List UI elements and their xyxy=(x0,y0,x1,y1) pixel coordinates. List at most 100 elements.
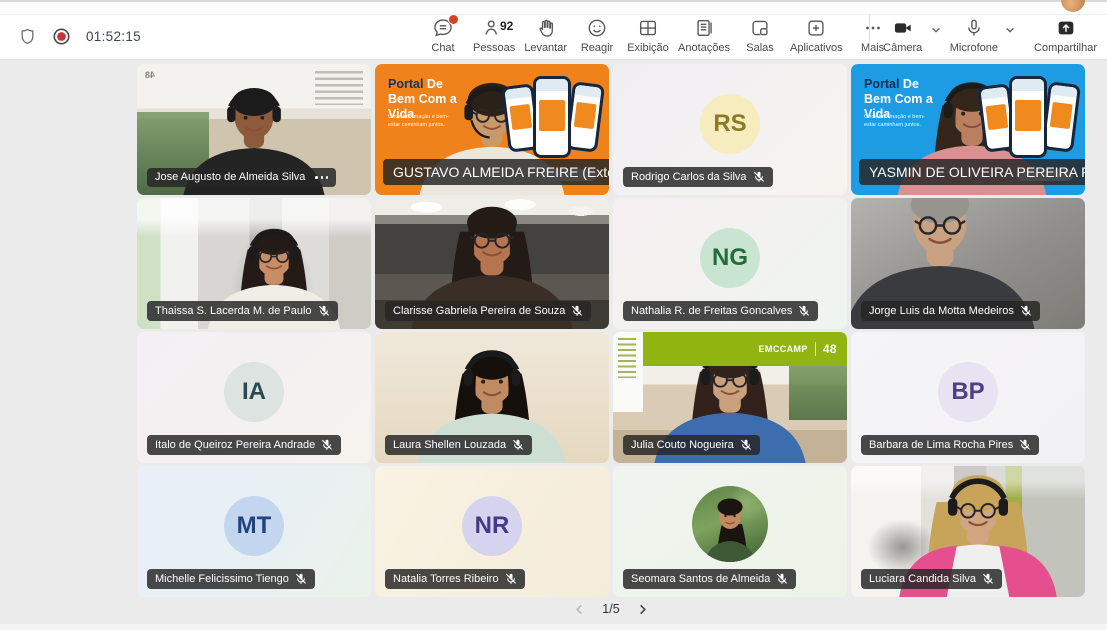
microphone-icon xyxy=(963,17,985,39)
camera-options-chevron[interactable] xyxy=(930,24,942,36)
tile-more-icon[interactable] xyxy=(315,176,328,179)
participant-name: Michelle Felicissimo Tiengo xyxy=(155,574,289,585)
chevron-down-icon xyxy=(1004,24,1016,36)
previous-page-button[interactable] xyxy=(573,603,586,616)
chevron-left-icon xyxy=(573,603,586,616)
profile-avatar[interactable] xyxy=(1061,0,1085,12)
participant-initials-avatar: NR xyxy=(462,496,522,556)
chat-button[interactable]: Chat xyxy=(422,17,464,54)
participant-tile[interactable]: Portal De Bem Com a VidaOnde informação … xyxy=(375,64,609,195)
participant-nameplate: Clarisse Gabriela Pereira de Souza xyxy=(385,301,591,321)
participant-name: GUSTAVO ALMEIDA FREIRE (Externo) xyxy=(393,165,609,179)
chevron-down-icon xyxy=(930,24,942,36)
view-button[interactable]: Exibição xyxy=(627,17,669,54)
participant-nameplate: Rodrigo Carlos da Silva xyxy=(623,167,773,187)
recording-indicator-icon xyxy=(52,27,71,46)
virtual-bg-emccamp-banner: EMCCAMP48 xyxy=(643,332,847,366)
participant-nameplate: Luciara Candida Silva xyxy=(861,569,1002,589)
page-indicator: 1/5 xyxy=(602,602,619,616)
participant-initials-avatar: RS xyxy=(700,94,760,154)
participant-tile[interactable]: Portal De Bem Com a VidaOnde informação … xyxy=(851,64,1085,195)
participant-nameplate: Italo de Queiroz Pereira Andrade xyxy=(147,435,341,455)
phone-mockup xyxy=(533,76,571,158)
mic-muted-icon xyxy=(740,439,752,451)
meeting-status: 01:52:15 xyxy=(18,26,141,47)
chat-notification-dot xyxy=(448,14,459,25)
participant-tile[interactable]: Seomara Santos de Almeida xyxy=(613,466,847,597)
microphone-button[interactable]: Microfone xyxy=(950,17,998,54)
participant-tile[interactable]: Luciara Candida Silva xyxy=(851,466,1085,597)
participant-name: Jorge Luis da Motta Medeiros xyxy=(869,306,1014,317)
participant-nameplate: GUSTAVO ALMEIDA FREIRE (Externo) xyxy=(383,159,609,185)
participant-initials-avatar: BP xyxy=(938,362,998,422)
participant-nameplate: Jorge Luis da Motta Medeiros xyxy=(861,301,1040,321)
participant-name: Barbara de Lima Rocha Pires xyxy=(869,440,1013,451)
participant-name: Thaissa S. Lacerda M. de Paulo xyxy=(155,306,312,317)
participant-name: YASMIN DE OLIVEIRA PEREIRA FIDAL... xyxy=(869,165,1085,179)
participant-nameplate: YASMIN DE OLIVEIRA PEREIRA FIDAL... xyxy=(859,159,1085,185)
participant-count: 92 xyxy=(500,19,513,33)
participant-tile[interactable]: 48Jose Augusto de Almeida Silva xyxy=(137,64,371,195)
mic-muted-icon xyxy=(982,573,994,585)
participant-name: Nathalia R. de Freitas Goncalves xyxy=(631,306,792,317)
notes-icon xyxy=(693,17,715,39)
participant-tile[interactable]: Thaissa S. Lacerda M. de Paulo xyxy=(137,198,371,329)
raised-hand-icon xyxy=(535,17,557,39)
virtual-bg-side-strip xyxy=(613,332,643,412)
toolbar-center-buttons: Chat 92 Pessoas Levantar Reagir xyxy=(422,17,894,54)
raise-hand-button[interactable]: Levantar xyxy=(524,17,567,54)
camera-button[interactable]: Câmera xyxy=(882,17,924,54)
notes-button[interactable]: Anotações xyxy=(678,17,730,54)
participant-tile[interactable]: NG Nathalia R. de Freitas Goncalves xyxy=(613,198,847,329)
mic-muted-icon xyxy=(318,305,330,317)
participant-tile[interactable]: Clarisse Gabriela Pereira de Souza xyxy=(375,198,609,329)
participant-name: Clarisse Gabriela Pereira de Souza xyxy=(393,306,565,317)
participant-tile[interactable]: Laura Shellen Louzada xyxy=(375,332,609,463)
participant-nameplate: Nathalia R. de Freitas Goncalves xyxy=(623,301,818,321)
share-screen-icon xyxy=(1055,17,1077,39)
participant-name: Laura Shellen Louzada xyxy=(393,440,506,451)
share-button[interactable]: Compartilhar xyxy=(1034,17,1097,54)
toolbar-right-buttons: Câmera Microfone Compartilhar xyxy=(867,17,1097,54)
people-button[interactable]: 92 Pessoas xyxy=(473,17,515,54)
participant-initials-avatar: IA xyxy=(224,362,284,422)
participant-tile[interactable]: MT Michelle Felicissimo Tiengo xyxy=(137,466,371,597)
toolbar-divider xyxy=(869,15,870,51)
window-bottom-edge xyxy=(0,624,1107,630)
participant-nameplate: Jose Augusto de Almeida Silva xyxy=(147,168,336,187)
mic-muted-icon xyxy=(571,305,583,317)
participant-name: Jose Augusto de Almeida Silva xyxy=(155,172,305,183)
rooms-button[interactable]: Salas xyxy=(739,17,781,54)
virtual-bg-portal-subtitle: Onde informação e bem-estar caminham jun… xyxy=(864,113,930,130)
next-page-button[interactable] xyxy=(636,603,649,616)
apps-plus-icon xyxy=(805,17,827,39)
mic-muted-icon xyxy=(753,171,765,183)
participant-tile[interactable]: EMCCAMP48 Julia Couto Nogueira xyxy=(613,332,847,463)
participant-tile[interactable]: Jorge Luis da Motta Medeiros xyxy=(851,198,1085,329)
apps-button[interactable]: Aplicativos xyxy=(790,17,843,54)
participant-nameplate: Thaissa S. Lacerda M. de Paulo xyxy=(147,301,338,321)
participant-name: Seomara Santos de Almeida xyxy=(631,574,770,585)
mic-muted-icon xyxy=(321,439,333,451)
camera-icon xyxy=(892,17,914,39)
mic-muted-icon xyxy=(505,573,517,585)
mic-muted-icon xyxy=(1019,439,1031,451)
mic-muted-icon xyxy=(512,439,524,451)
participant-nameplate: Natalia Torres Ribeiro xyxy=(385,569,525,589)
participant-tile[interactable]: RS Rodrigo Carlos da Silva xyxy=(613,64,847,195)
virtual-bg-portal-subtitle: Onde informação e bem-estar caminham jun… xyxy=(388,113,454,130)
participant-tile[interactable]: NR Natalia Torres Ribeiro xyxy=(375,466,609,597)
mic-muted-icon xyxy=(776,573,788,585)
react-button[interactable]: Reagir xyxy=(576,17,618,54)
participant-tile[interactable]: BP Barbara de Lima Rocha Pires xyxy=(851,332,1085,463)
participant-nameplate: Seomara Santos de Almeida xyxy=(623,569,796,589)
meeting-toolbar: 01:52:15 Chat 92 Pessoas Levantar xyxy=(0,2,1107,60)
participant-initials-avatar: MT xyxy=(224,496,284,556)
participant-initials-avatar: NG xyxy=(700,228,760,288)
participant-nameplate: Julia Couto Nogueira xyxy=(623,435,760,455)
shield-icon xyxy=(18,26,37,47)
phone-mockup xyxy=(1009,76,1047,158)
microphone-options-chevron[interactable] xyxy=(1004,24,1016,36)
participant-tile[interactable]: IA Italo de Queiroz Pereira Andrade xyxy=(137,332,371,463)
smiley-icon xyxy=(586,17,608,39)
